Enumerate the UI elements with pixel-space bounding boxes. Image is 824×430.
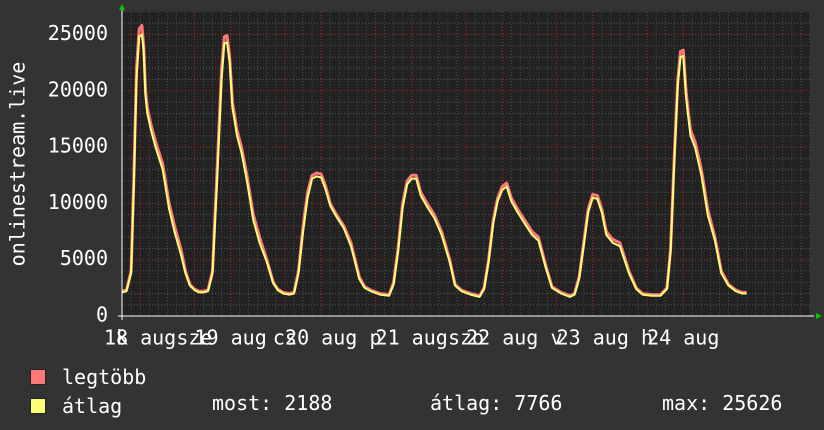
y-tick-label: 10000 [48,190,108,214]
y-tick-label: 25000 [48,21,108,45]
x-tick-label: 19 aug [195,326,267,350]
legend: legtöbb átlag [30,362,146,420]
y-axis-arrow-icon [119,4,125,10]
x-tick-label: 20 aug [285,326,357,350]
stat-avg: átlag: 7766 [430,391,563,415]
stat-now: most: 2188 [212,391,333,415]
y-tick-label: 15000 [48,134,108,158]
x-tick-label: 24 aug [647,326,719,350]
legend-swatch-max [30,368,46,385]
legend-item-avg: átlag [30,391,146,420]
x-axis-arrow-icon [816,313,822,319]
legend-swatch-avg [30,397,46,414]
y-tick-label: 0 [96,303,108,327]
x-tick-label: 21 aug [376,326,448,350]
x-tick-label: 18 aug [104,326,176,350]
y-tick-label: 5000 [60,246,108,270]
legend-item-max: legtöbb [30,362,146,391]
x-tick-label: 22 aug [466,326,538,350]
legend-label-max: legtöbb [62,364,147,389]
stat-max: max: 25626 [662,391,783,415]
legend-label-avg: átlag [62,393,123,418]
y-tick-label: 20000 [48,77,108,101]
x-tick-label: 23 aug [557,326,629,350]
y-axis-label: onlinestream.live [6,62,30,267]
